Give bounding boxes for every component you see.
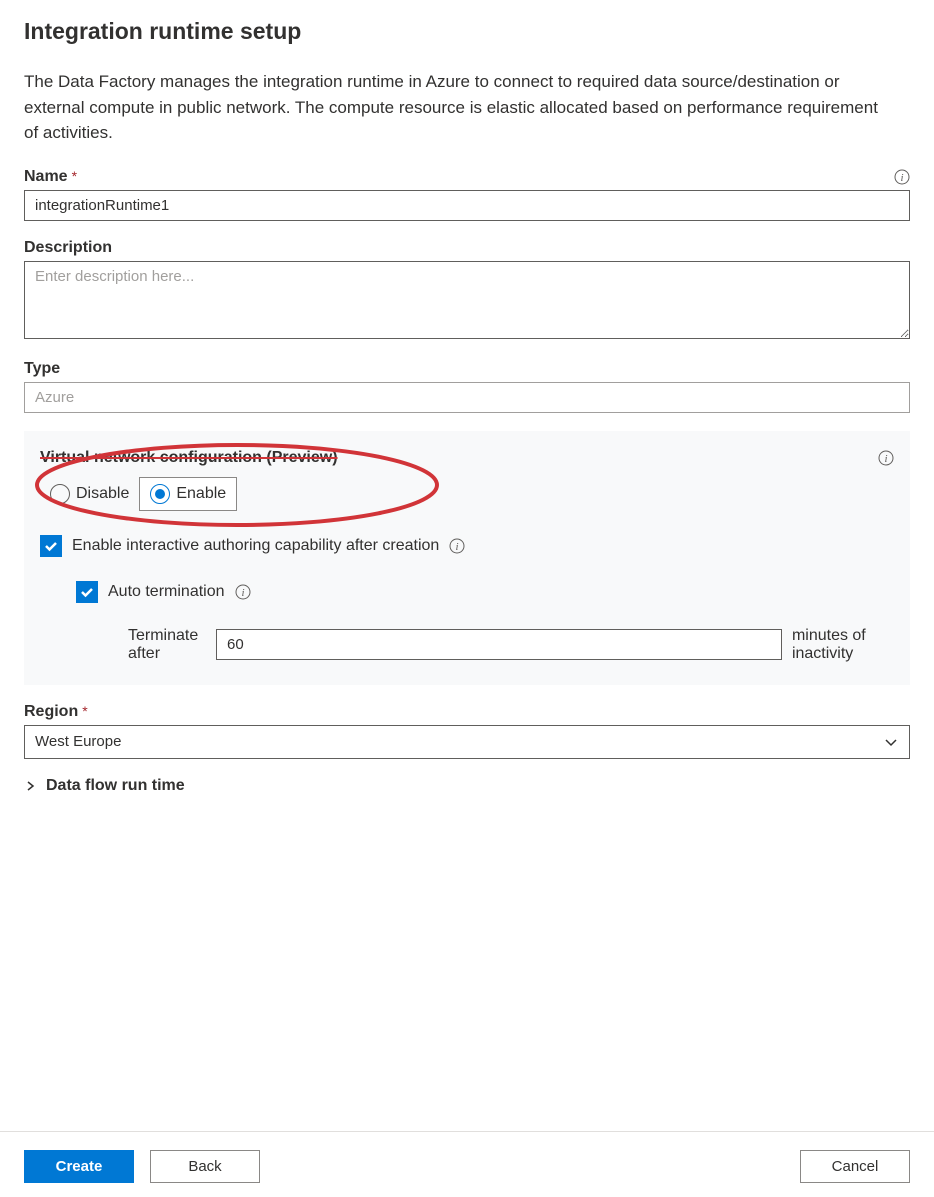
region-field: Region* West Europe (24, 703, 910, 759)
interactive-authoring-label: Enable interactive authoring capability … (72, 537, 439, 555)
svg-text:i: i (885, 453, 888, 465)
region-select[interactable]: West Europe (24, 725, 910, 759)
dataflow-label: Data flow run time (46, 777, 185, 795)
interactive-authoring-checkbox[interactable] (40, 535, 62, 557)
info-icon[interactable]: i (894, 169, 910, 185)
vnet-disable-label: Disable (76, 485, 129, 503)
terminate-after-input[interactable] (216, 629, 782, 660)
auto-termination-checkbox-row: Auto termination i (76, 581, 894, 603)
terminate-after-row: Terminate after minutes of inactivity (128, 627, 894, 663)
name-input[interactable] (24, 190, 910, 221)
radio-checked-icon (150, 484, 170, 504)
svg-text:i: i (456, 541, 459, 553)
auto-termination-checkbox[interactable] (76, 581, 98, 603)
vnet-enable-radio[interactable]: Enable (139, 477, 237, 511)
info-icon[interactable]: i (235, 584, 251, 600)
name-field: Name* i (24, 168, 910, 221)
name-label: Name (24, 168, 68, 185)
type-field: Type Azure (24, 360, 910, 413)
create-button[interactable]: Create (24, 1150, 134, 1183)
region-label: Region (24, 703, 78, 720)
description-input[interactable] (24, 261, 910, 339)
terminate-after-label: Terminate after (128, 627, 206, 663)
vnet-enable-label: Enable (176, 485, 226, 503)
radio-unchecked-icon (50, 484, 70, 504)
description-label: Description (24, 239, 112, 257)
terminate-after-unit: minutes of inactivity (792, 627, 894, 663)
description-field: Description (24, 239, 910, 342)
back-button[interactable]: Back (150, 1150, 260, 1183)
vnet-radio-group: Disable Enable (40, 477, 894, 511)
dataflow-expander[interactable]: Data flow run time (24, 777, 910, 795)
vnet-title: Virtual network configuration (Preview) (40, 449, 338, 467)
required-indicator: * (72, 168, 77, 184)
cancel-button[interactable]: Cancel (800, 1150, 910, 1183)
page-intro: The Data Factory manages the integration… (24, 69, 894, 146)
info-icon[interactable]: i (878, 450, 894, 466)
chevron-down-icon (883, 734, 899, 750)
required-indicator: * (82, 703, 87, 719)
svg-text:i: i (241, 587, 244, 599)
page-title: Integration runtime setup (24, 18, 910, 45)
vnet-disable-radio[interactable]: Disable (40, 478, 139, 510)
interactive-authoring-checkbox-row: Enable interactive authoring capability … (40, 535, 894, 557)
chevron-right-icon (24, 780, 36, 792)
type-label: Type (24, 360, 60, 378)
info-icon[interactable]: i (449, 538, 465, 554)
vnet-section: Virtual network configuration (Preview) … (24, 431, 910, 685)
checkmark-icon (79, 584, 95, 600)
checkmark-icon (43, 538, 59, 554)
svg-text:i: i (901, 172, 904, 184)
auto-termination-label: Auto termination (108, 583, 225, 601)
type-input: Azure (24, 382, 910, 413)
region-value: West Europe (35, 733, 121, 750)
footer: Create Back Cancel (0, 1131, 934, 1197)
